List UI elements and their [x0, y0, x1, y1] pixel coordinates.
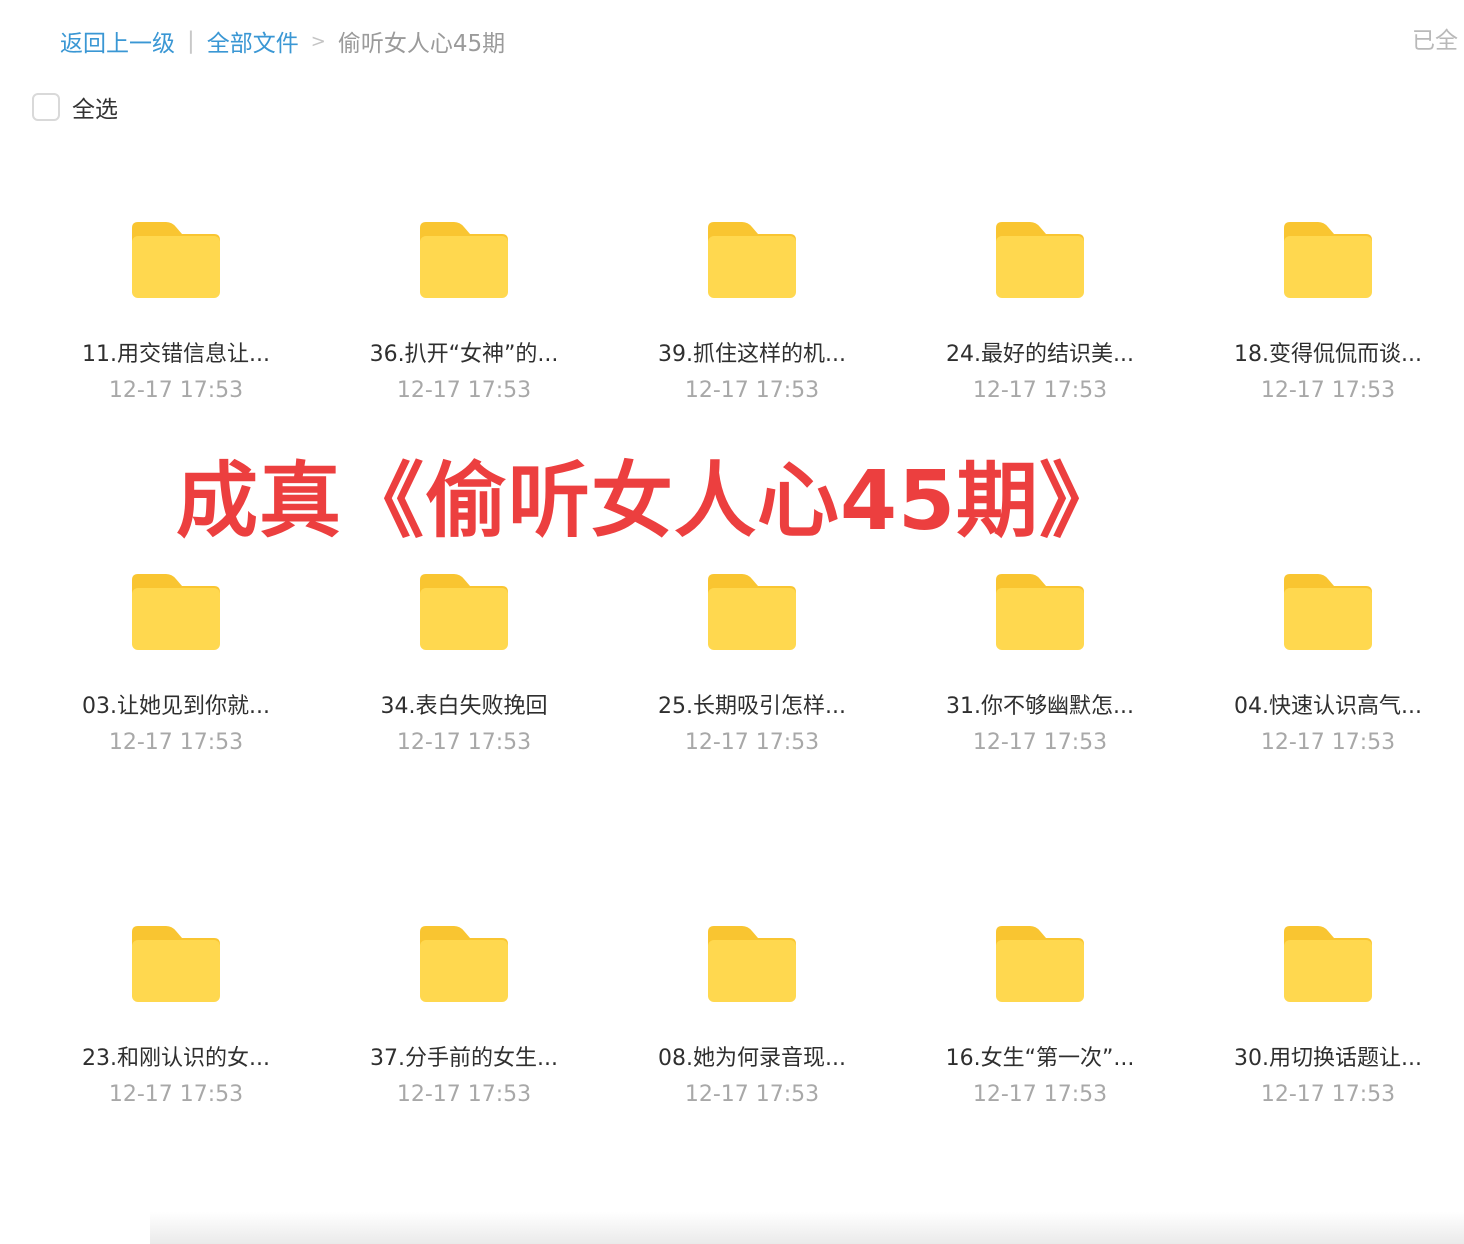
folder-icon	[996, 926, 1084, 1002]
breadcrumb: 返回上一级 | 全部文件 > 偷听女人心45期	[60, 22, 505, 60]
folder-modified-time: 12-17 17:53	[684, 1082, 820, 1107]
breadcrumb-arrow-icon: >	[310, 30, 326, 52]
folder-modified-time: 12-17 17:53	[108, 1082, 244, 1107]
folder-modified-time: 12-17 17:53	[972, 378, 1108, 403]
folder-modified-time: 12-17 17:53	[1260, 1082, 1396, 1107]
folder-modified-time: 12-17 17:53	[684, 730, 820, 755]
folder-item[interactable]: 31.你不够幽默怎... 12-17 17:53	[896, 574, 1184, 794]
loaded-status-text: 已全	[1412, 28, 1458, 54]
folder-modified-time: 12-17 17:53	[396, 730, 532, 755]
folder-modified-time: 12-17 17:53	[396, 1082, 532, 1107]
folder-modified-time: 12-17 17:53	[972, 1082, 1108, 1107]
folder-name[interactable]: 23.和刚认识的女...	[32, 1040, 320, 1072]
folder-icon	[1284, 222, 1372, 298]
folder-modified-time: 12-17 17:53	[108, 378, 244, 403]
back-link[interactable]: 返回上一级	[60, 24, 175, 58]
folder-name[interactable]: 25.长期吸引怎样...	[608, 688, 896, 720]
folder-name[interactable]: 03.让她见到你就...	[32, 688, 320, 720]
folder-modified-time: 12-17 17:53	[972, 730, 1108, 755]
folder-icon	[708, 926, 796, 1002]
folder-name[interactable]: 30.用切换话题让...	[1184, 1040, 1464, 1072]
folder-name[interactable]: 24.最好的结识美...	[896, 336, 1184, 368]
folder-modified-time: 12-17 17:53	[684, 378, 820, 403]
folder-icon	[1284, 574, 1372, 650]
folder-modified-time: 12-17 17:53	[1260, 378, 1396, 403]
folder-item[interactable]: 23.和刚认识的女... 12-17 17:53	[32, 926, 320, 1146]
folder-item[interactable]: 08.她为何录音现... 12-17 17:53	[608, 926, 896, 1146]
folder-modified-time: 12-17 17:53	[396, 378, 532, 403]
folder-icon	[132, 926, 220, 1002]
folder-item[interactable]: 36.扒开“女神”的... 12-17 17:53	[320, 222, 608, 442]
watermark-title: 成真《偷听女人心45期》	[176, 454, 1123, 549]
breadcrumb-current: 偷听女人心45期	[337, 31, 506, 57]
folder-icon	[996, 222, 1084, 298]
folder-item[interactable]: 34.表白失败挽回 12-17 17:53	[320, 574, 608, 794]
folder-name[interactable]: 16.女生“第一次”...	[896, 1040, 1184, 1072]
folder-modified-time: 12-17 17:53	[108, 730, 244, 755]
folder-icon	[708, 222, 796, 298]
folder-name[interactable]: 37.分手前的女生...	[320, 1040, 608, 1072]
folder-name[interactable]: 36.扒开“女神”的...	[320, 336, 608, 368]
breadcrumb-separator: |	[187, 28, 195, 54]
folder-icon	[420, 222, 508, 298]
folder-name[interactable]: 39.抓住这样的机...	[608, 336, 896, 368]
bottom-shadow	[150, 1212, 1464, 1244]
folder-item[interactable]: 24.最好的结识美... 12-17 17:53	[896, 222, 1184, 442]
folder-item[interactable]: 37.分手前的女生... 12-17 17:53	[320, 926, 608, 1146]
folder-icon	[420, 574, 508, 650]
all-files-link[interactable]: 全部文件	[207, 24, 299, 58]
select-all-checkbox[interactable]	[32, 93, 60, 121]
folder-item[interactable]: 18.变得侃侃而谈... 12-17 17:53	[1184, 222, 1464, 442]
folder-name[interactable]: 31.你不够幽默怎...	[896, 688, 1184, 720]
folder-item[interactable]: 39.抓住这样的机... 12-17 17:53	[608, 222, 896, 442]
select-all-toggle[interactable]: 全选	[32, 90, 118, 124]
folder-icon	[132, 222, 220, 298]
folder-item[interactable]: 30.用切换话题让... 12-17 17:53	[1184, 926, 1464, 1146]
folder-name[interactable]: 08.她为何录音现...	[608, 1040, 896, 1072]
folder-item[interactable]: 11.用交错信息让... 12-17 17:53	[32, 222, 320, 442]
folder-name[interactable]: 11.用交错信息让...	[32, 336, 320, 368]
folder-icon	[420, 926, 508, 1002]
folder-icon	[1284, 926, 1372, 1002]
folder-item[interactable]: 16.女生“第一次”... 12-17 17:53	[896, 926, 1184, 1146]
folder-modified-time: 12-17 17:53	[1260, 730, 1396, 755]
select-all-label: 全选	[72, 97, 118, 123]
folder-name[interactable]: 34.表白失败挽回	[320, 688, 608, 720]
folder-name[interactable]: 04.快速认识高气...	[1184, 688, 1464, 720]
folder-item[interactable]: 04.快速认识高气... 12-17 17:53	[1184, 574, 1464, 794]
folder-name[interactable]: 18.变得侃侃而谈...	[1184, 336, 1464, 368]
folder-icon	[708, 574, 796, 650]
folder-item[interactable]: 03.让她见到你就... 12-17 17:53	[32, 574, 320, 794]
folder-icon	[132, 574, 220, 650]
folder-icon	[996, 574, 1084, 650]
folder-item[interactable]: 25.长期吸引怎样... 12-17 17:53	[608, 574, 896, 794]
